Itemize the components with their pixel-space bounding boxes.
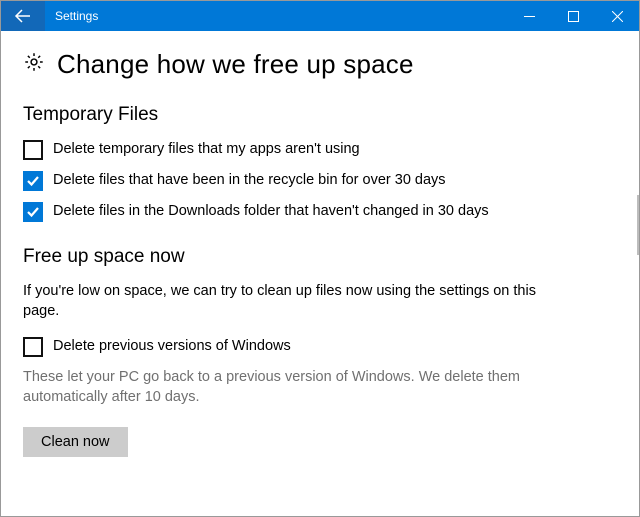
temporary-files-section: Temporary Files Delete temporary files t… — [23, 104, 617, 222]
freeup-description: If you're low on space, we can try to cl… — [23, 282, 563, 321]
checkbox-row-prev-windows[interactable]: Delete previous versions of Windows — [23, 337, 583, 357]
titlebar: Settings — [1, 1, 639, 31]
back-button[interactable] — [1, 1, 45, 31]
checkbox-row-downloads[interactable]: Delete files in the Downloads folder tha… — [23, 202, 583, 222]
maximize-button[interactable] — [551, 1, 595, 31]
free-up-space-section: Free up space now If you're low on space… — [23, 246, 617, 457]
gear-icon — [23, 51, 45, 78]
scrollbar[interactable] — [637, 195, 639, 255]
minimize-button[interactable] — [507, 1, 551, 31]
checkbox-label: Delete previous versions of Windows — [53, 337, 291, 357]
checkbox-label: Delete files that have been in the recyc… — [53, 171, 446, 191]
settings-window: Settings Change how we free up space — [0, 0, 640, 517]
clean-now-button[interactable]: Clean now — [23, 427, 128, 457]
close-button[interactable] — [595, 1, 639, 31]
page-title: Change how we free up space — [57, 49, 414, 80]
prev-windows-note: These let your PC go back to a previous … — [23, 368, 563, 407]
checkbox-label: Delete files in the Downloads folder tha… — [53, 202, 489, 222]
checkbox-row-recycle-bin[interactable]: Delete files that have been in the recyc… — [23, 171, 583, 191]
content-area: Change how we free up space Temporary Fi… — [1, 31, 639, 516]
checkbox-prev-windows[interactable] — [23, 337, 43, 357]
window-title: Settings — [45, 1, 507, 31]
checkbox-label: Delete temporary files that my apps aren… — [53, 140, 360, 160]
window-controls — [507, 1, 639, 31]
checkbox-recycle-bin[interactable] — [23, 171, 43, 191]
section-heading-temp: Temporary Files — [23, 104, 617, 126]
checkbox-row-temp-apps[interactable]: Delete temporary files that my apps aren… — [23, 140, 583, 160]
checkbox-temp-apps[interactable] — [23, 140, 43, 160]
page-header: Change how we free up space — [23, 49, 617, 80]
checkbox-downloads[interactable] — [23, 202, 43, 222]
section-heading-freeup: Free up space now — [23, 246, 617, 268]
